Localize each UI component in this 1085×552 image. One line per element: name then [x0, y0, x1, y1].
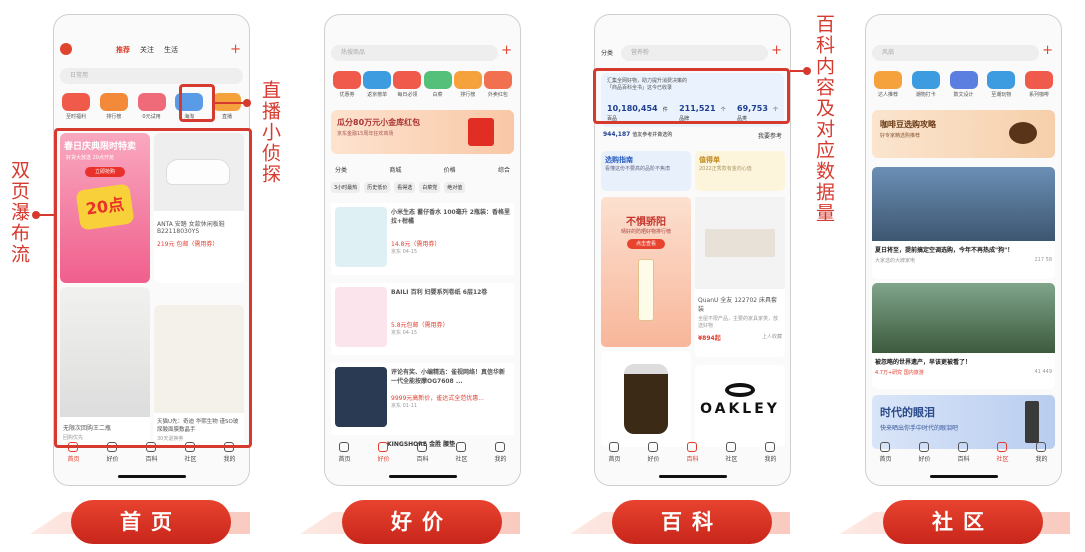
nav-community[interactable]: 社区	[725, 442, 738, 463]
plus-icon[interactable]: +	[230, 42, 241, 57]
icon-expert[interactable]: 达人推荐	[874, 71, 902, 98]
nav-wiki[interactable]: 百科	[416, 442, 429, 463]
refer-button[interactable]: 我要参考	[758, 131, 782, 140]
nav-home[interactable]: 首页	[879, 442, 892, 463]
icon-design[interactable]: 数文设计	[949, 71, 978, 98]
tab-follow[interactable]: 关注	[140, 45, 154, 55]
nav-home[interactable]: 首页	[338, 442, 351, 463]
chip[interactable]: 看得选	[394, 182, 416, 193]
chip[interactable]: 历史低价	[364, 182, 391, 193]
connector-dot	[32, 211, 40, 219]
promo-banner[interactable]: 瓜分80万元小金库红包 京东金融15周年狂欢商场	[331, 110, 514, 154]
icon-coffee[interactable]: 系列咖啡	[1025, 71, 1053, 98]
coffee-banner[interactable]: 咖啡豆选购攻略 好专家精选购推荐	[872, 110, 1055, 158]
nav-mine[interactable]: 我的	[764, 442, 777, 463]
chip[interactable]: 白菜党	[419, 182, 441, 193]
icon-list[interactable]: 返京榜单	[363, 71, 392, 98]
label-community: 社区	[883, 500, 1043, 544]
nav-community[interactable]: 社区	[455, 442, 468, 463]
annotation-live: 直播小侦探	[259, 80, 281, 185]
annotation-waterfall: 双页瀑布流	[8, 160, 30, 265]
nav-mine[interactable]: 我的	[1035, 442, 1048, 463]
sunscreen-image	[638, 259, 654, 321]
icon-toys[interactable]: 至潮玩物	[987, 71, 1016, 98]
chip[interactable]: 3小时最热	[331, 182, 361, 193]
tab-life[interactable]: 生活	[164, 45, 178, 55]
icon-live[interactable]: 直播	[213, 93, 241, 120]
deal-phone: 热搜商品 + 优惠券 返京榜单 每日必领 白菜 排行榜 外卖红包 瓜分80万元小…	[324, 14, 521, 486]
label-wiki: 百科	[612, 500, 772, 544]
chip[interactable]: 绝对值	[444, 182, 466, 193]
nav-wiki[interactable]: 百科	[686, 442, 699, 463]
search-input[interactable]: 营养粉	[621, 45, 768, 61]
nav-community[interactable]: 社区	[996, 442, 1009, 463]
icon-coupon[interactable]: 优惠券	[333, 71, 361, 98]
phone-image	[1025, 401, 1039, 443]
list-item[interactable]: 评论有奖、小编精选：雀视网络！真信华新一代全能按摩OG7608 ... 9999元…	[331, 363, 514, 435]
bed-image	[705, 229, 775, 257]
connector-line	[215, 102, 245, 104]
icon-trial[interactable]: 0元试用	[137, 93, 166, 120]
home-indicator	[659, 475, 727, 478]
live-highlight	[179, 84, 215, 122]
waterfall-highlight	[54, 128, 252, 448]
icon-cabbage[interactable]: 白菜	[423, 71, 452, 98]
label-home: 首页	[71, 500, 231, 544]
plus-icon[interactable]: +	[501, 43, 512, 58]
tab-recommend[interactable]: 推荐	[116, 45, 130, 55]
icon-welfare[interactable]: 至时福利	[62, 93, 90, 120]
search-input[interactable]: 风扇	[872, 45, 1039, 61]
logo-icon	[60, 43, 72, 55]
product-card[interactable]: QuanU 全友 122702 床具套装 全屋不限产品，主要的家具家类，放送好物…	[695, 197, 785, 357]
filter-price[interactable]: 价格	[444, 165, 456, 174]
icon-daily[interactable]: 每日必领	[393, 71, 422, 98]
product-card[interactable]	[601, 351, 691, 447]
brand-card[interactable]: OAKLEY	[695, 365, 785, 447]
nav-deal[interactable]: 好价	[377, 442, 390, 463]
wiki-highlight	[593, 68, 790, 124]
post-card[interactable]: 夏日将至，提前搞定空调选购，今年不再热成"狗"！ 大家选的大牌家电 217 58	[872, 167, 1055, 279]
icon-redpack[interactable]: 外卖红包	[483, 71, 512, 98]
icon-rank[interactable]: 排行榜	[99, 93, 128, 120]
redpack-icon	[468, 118, 494, 146]
supplement-image	[624, 364, 668, 434]
promo-card[interactable]: 不惧骄阳 晴好的防晒好物排行榜 点击查看	[601, 197, 691, 347]
annotation-wiki: 百科内容及对应数据量	[813, 14, 835, 224]
nav-mine[interactable]: 我的	[494, 442, 507, 463]
list-item[interactable]: BAILI 百利 妇婴系列卷纸 6层12卷 5.8元包邮（需用券） 京东 04-15	[331, 283, 514, 355]
search-input[interactable]: 热搜商品	[331, 45, 498, 61]
plus-icon[interactable]: +	[771, 43, 782, 58]
label-deal: 好价	[342, 500, 502, 544]
community-phone: 风扇 + 达人推荐 潮物打卡 数文设计 至潮玩物 系列咖啡 咖啡豆选购攻略 好专…	[865, 14, 1062, 486]
nav-deal[interactable]: 好价	[918, 442, 931, 463]
guide-card[interactable]: 选购指南 看懂这份不要高的品阶不焦虑	[601, 151, 691, 191]
home-indicator	[930, 475, 998, 478]
connector-dot	[243, 99, 251, 107]
icon-checkin[interactable]: 潮物打卡	[911, 71, 940, 98]
nav-home[interactable]: 首页	[608, 442, 621, 463]
home-indicator	[389, 475, 457, 478]
search-input[interactable]: 日常用	[60, 68, 243, 84]
filter-overall[interactable]: 综合	[498, 165, 510, 174]
tab-category[interactable]: 分类	[601, 48, 613, 57]
oakley-logo-icon	[725, 383, 755, 397]
list-item[interactable]: 小米生态 蓄仔香水 100毫升 2瓶装：香格里拉+柑橘 14.8元（需用券） 京东 …	[331, 203, 514, 275]
connector-dot	[803, 67, 811, 75]
icon-rank[interactable]: 排行榜	[453, 71, 482, 98]
filter-mall[interactable]: 商城	[389, 165, 401, 174]
nav-wiki[interactable]: 百科	[957, 442, 970, 463]
list-card[interactable]: 值得单 2022正秀款有金向心值	[695, 151, 785, 191]
nav-deal[interactable]: 好价	[647, 442, 660, 463]
home-indicator	[118, 475, 186, 478]
filter-category[interactable]: 分类	[335, 165, 347, 174]
topic-card[interactable]: 时代的眼泪 快来晒出你手中时代的眼泪吧	[872, 395, 1055, 449]
coffee-bean-icon	[1009, 122, 1037, 144]
post-card[interactable]: 被忽略的世界遗产，早该更被看了！ 4.7万+研究 国内旅游 41 449	[872, 283, 1055, 389]
plus-icon[interactable]: +	[1042, 43, 1053, 58]
